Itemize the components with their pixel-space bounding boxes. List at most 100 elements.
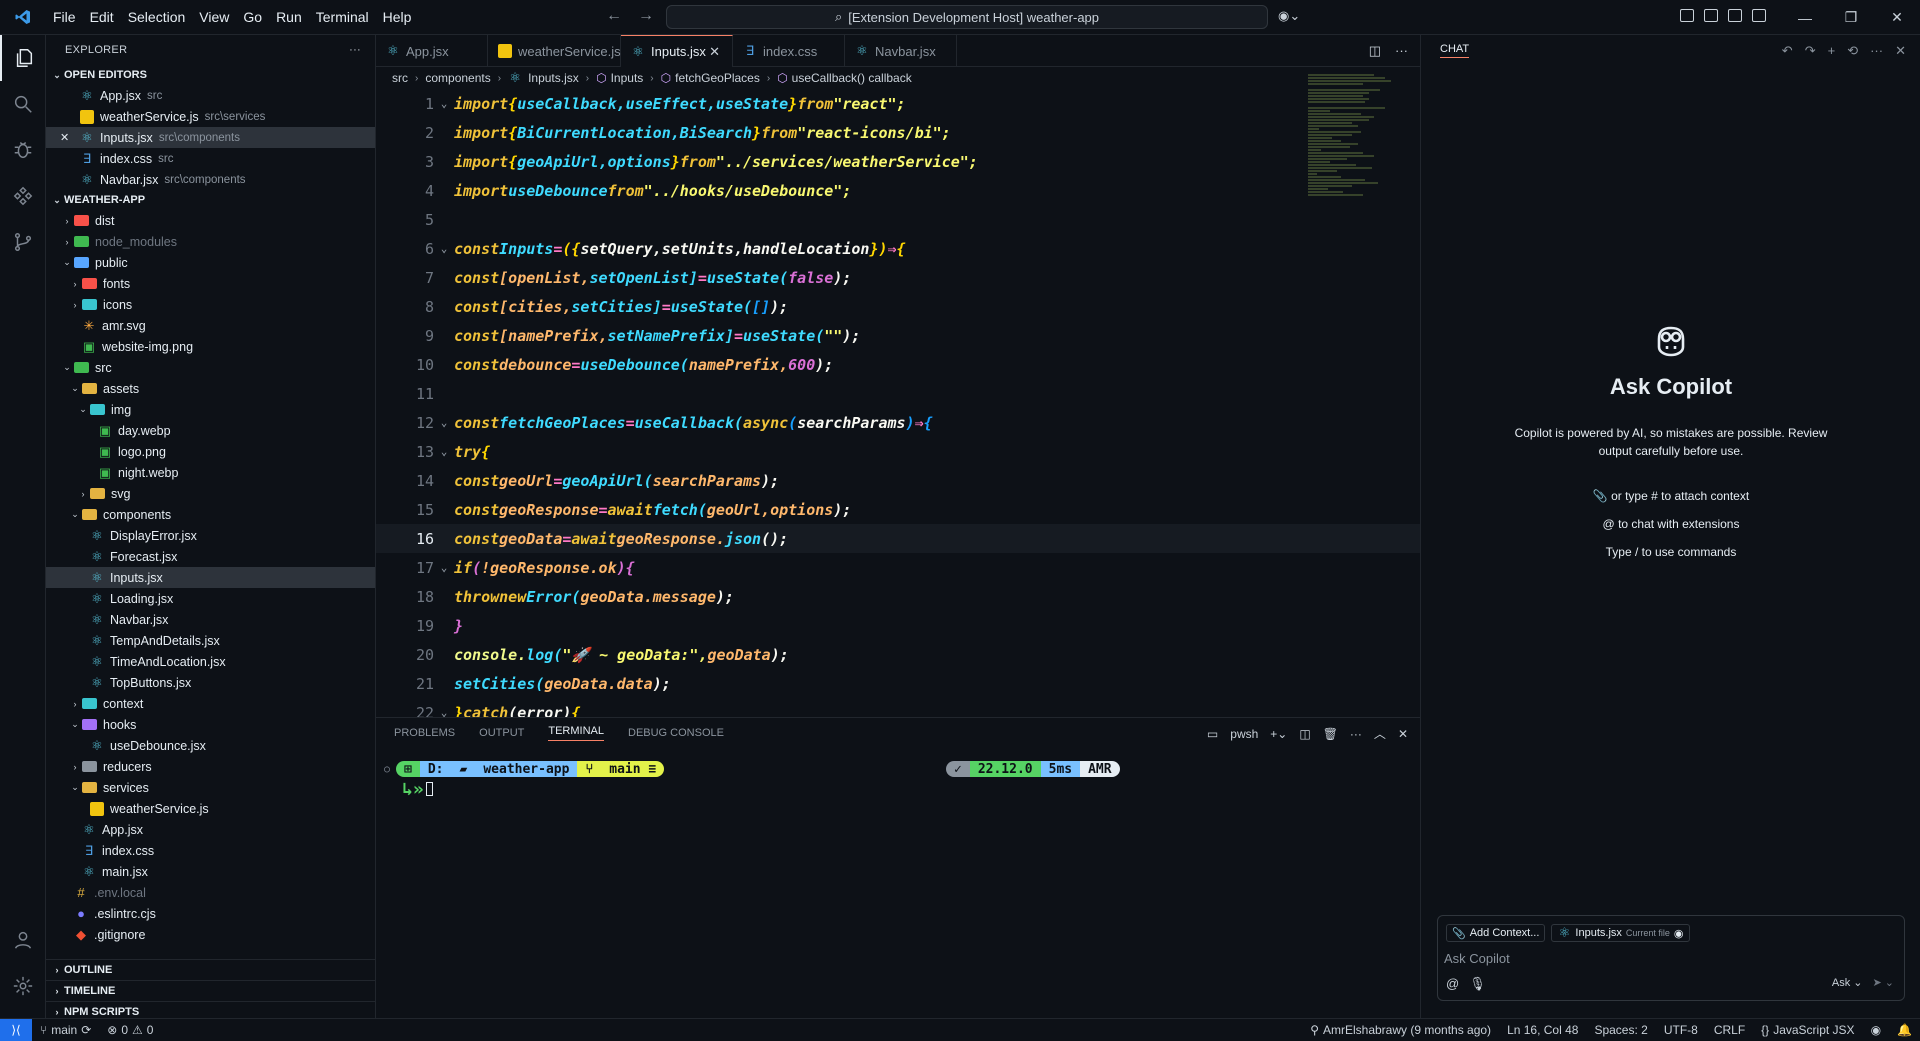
manage-gear-icon[interactable] [0, 963, 46, 1009]
fold-icon[interactable]: ⌄ [434, 242, 454, 255]
open-editors-section[interactable]: ⌄ OPEN EDITORS [46, 65, 375, 85]
project-section[interactable]: ⌄ WEATHER-APP [46, 190, 375, 210]
close-panel-icon[interactable]: ✕ [1398, 727, 1408, 741]
cursor-prompt[interactable]: ↳» [402, 779, 433, 800]
file-item[interactable]: ⚛ Navbar.jsx [46, 609, 375, 630]
back-arrow-icon[interactable]: ← [606, 7, 622, 25]
add-context-button[interactable]: 📎 Add Context... [1446, 924, 1546, 942]
chat-tab[interactable]: CHAT [1440, 43, 1470, 58]
debug-icon[interactable] [0, 127, 46, 173]
toggle-panel-icon[interactable] [1728, 9, 1742, 22]
split-editor-icon[interactable]: ◫ [1369, 43, 1381, 59]
file-item[interactable]: ⚛ Inputs.jsx [46, 567, 375, 588]
fold-icon[interactable]: ⌄ [434, 561, 454, 574]
current-file-chip[interactable]: ⚛ Inputs.jsx Current file ◉ [1551, 924, 1690, 942]
minimize-icon[interactable]: — [1782, 10, 1828, 26]
menu-selection[interactable]: Selection [121, 9, 193, 25]
file-item[interactable]: weatherService.js [46, 798, 375, 819]
folder-item[interactable]: ⌄ public [46, 252, 375, 273]
copilot-menu-icon[interactable]: ◉⌄ [1278, 8, 1300, 24]
new-chat-icon[interactable]: + [1828, 43, 1836, 59]
file-item[interactable]: ⚛ Loading.jsx [46, 588, 375, 609]
file-item[interactable]: ● .eslintrc.cjs [46, 903, 375, 924]
open-editor-item[interactable]: ⚛ Navbar.jsx src\components [46, 169, 375, 190]
notifications-bell-icon[interactable]: 🔔 [1889, 1023, 1920, 1037]
folder-item[interactable]: ⌄ hooks [46, 714, 375, 735]
fold-icon[interactable]: ⌄ [434, 97, 454, 110]
file-item[interactable]: # .env.local [46, 882, 375, 903]
trash-icon[interactable]: 🗑 [1323, 727, 1338, 741]
language-status[interactable]: {} JavaScript JSX [1753, 1023, 1862, 1037]
folder-item[interactable]: ⌄ services [46, 777, 375, 798]
outline-section[interactable]: › OUTLINE [46, 959, 375, 980]
file-item[interactable]: ∃ index.css [46, 840, 375, 861]
breadcrumb-item[interactable]: Inputs.jsx [528, 71, 579, 85]
chat-input[interactable]: Ask Copilot [1444, 951, 1884, 971]
menu-help[interactable]: Help [376, 9, 419, 25]
code-editor[interactable]: 1 ⌄ import { useCallback, useEffect, useSt… [376, 89, 1420, 727]
file-item[interactable]: ▣ night.webp [46, 462, 375, 483]
file-item[interactable]: ⚛ TempAndDetails.jsx [46, 630, 375, 651]
breadcrumb-item[interactable]: Inputs [611, 71, 644, 85]
file-item[interactable]: ⚛ Forecast.jsx [46, 546, 375, 567]
tab-navbar-jsx[interactable]: ⚛ Navbar.jsx [845, 35, 957, 67]
file-item[interactable]: ▣ day.webp [46, 420, 375, 441]
menu-go[interactable]: Go [236, 9, 269, 25]
git-blame-status[interactable]: ⚲ AmrElshabrawy (9 months ago) [1302, 1023, 1499, 1037]
file-item[interactable]: ⚛ TimeAndLocation.jsx [46, 651, 375, 672]
close-window-icon[interactable]: ✕ [1874, 9, 1920, 26]
split-terminal-icon[interactable]: ◫ [1299, 727, 1310, 741]
folder-item[interactable]: ⌄ components [46, 504, 375, 525]
fold-icon[interactable]: ⌄ [434, 416, 454, 429]
maximize-panel-icon[interactable]: ︿ [1374, 725, 1386, 742]
breadcrumb-item[interactable]: fetchGeoPlaces [675, 71, 760, 85]
timeline-section[interactable]: › TIMELINE [46, 980, 375, 1001]
tab-app-jsx[interactable]: ⚛ App.jsx [376, 35, 488, 67]
fold-icon[interactable]: ⌄ [434, 445, 454, 458]
tab-index-css[interactable]: ∃ index.css [733, 35, 845, 67]
eol-status[interactable]: CRLF [1706, 1023, 1753, 1037]
close-tab-icon[interactable]: ✕ [709, 44, 720, 60]
history-icon[interactable]: ⟲ [1847, 43, 1858, 59]
explorer-icon[interactable] [0, 35, 46, 81]
more-actions-icon[interactable]: ··· [349, 44, 361, 56]
branch-status[interactable]: ⑂ main ⟳ [32, 1023, 99, 1037]
tab-output[interactable]: OUTPUT [479, 727, 524, 739]
forward-arrow-icon[interactable]: → [638, 7, 654, 25]
send-icon[interactable]: ➤ ⌄ [1873, 976, 1895, 989]
npm-scripts-section[interactable]: › NPM SCRIPTS [46, 1001, 375, 1018]
breadcrumb-item[interactable]: useCallback() callback [792, 71, 912, 85]
toggle-sidebar-icon[interactable] [1704, 9, 1718, 22]
close-editor-icon[interactable]: ✕ [60, 131, 69, 144]
copilot-status-icon[interactable]: ◉ [1863, 1023, 1889, 1037]
file-item[interactable]: ✳ amr.svg [46, 315, 375, 336]
source-control-icon[interactable] [0, 219, 46, 265]
folder-item[interactable]: ⌄ img [46, 399, 375, 420]
microphone-icon[interactable]: 🎙 [1469, 976, 1486, 992]
tab-terminal[interactable]: TERMINAL [548, 725, 604, 741]
new-terminal-icon[interactable]: +⌄ [1270, 727, 1287, 741]
tab-weatherservice-js[interactable]: weatherService.js [488, 35, 621, 67]
tab-inputs-jsx[interactable]: ⚛ Inputs.jsx ✕ [621, 35, 733, 67]
folder-item[interactable]: ⌄ assets [46, 378, 375, 399]
folder-item[interactable]: › dist [46, 210, 375, 231]
file-item[interactable]: ⚛ App.jsx [46, 819, 375, 840]
file-item[interactable]: ⚛ main.jsx [46, 861, 375, 882]
open-editor-item[interactable]: weatherService.js src\services [46, 106, 375, 127]
editor-more-icon[interactable]: ··· [1395, 43, 1408, 59]
eye-icon[interactable]: ◉ [1674, 927, 1684, 940]
cursor-position[interactable]: Ln 16, Col 48 [1499, 1023, 1586, 1037]
tab-debug-console[interactable]: DEBUG CONSOLE [628, 727, 724, 739]
customize-layout-icon[interactable] [1680, 9, 1694, 22]
menu-file[interactable]: File [46, 9, 83, 25]
open-editor-item[interactable]: ∃ index.css src [46, 148, 375, 169]
menu-terminal[interactable]: Terminal [309, 9, 376, 25]
open-editor-item[interactable]: ⚛ App.jsx src [46, 85, 375, 106]
chat-more-icon[interactable]: ··· [1870, 43, 1883, 59]
folder-item[interactable]: › context [46, 693, 375, 714]
file-item[interactable]: ⚛ TopButtons.jsx [46, 672, 375, 693]
command-center-search[interactable]: ⌕ [Extension Development Host] weather-a… [666, 5, 1268, 29]
toggle-secondary-sidebar-icon[interactable] [1752, 9, 1766, 22]
file-item[interactable]: ⚛ DisplayError.jsx [46, 525, 375, 546]
redo-icon[interactable]: ↷ [1805, 43, 1816, 59]
